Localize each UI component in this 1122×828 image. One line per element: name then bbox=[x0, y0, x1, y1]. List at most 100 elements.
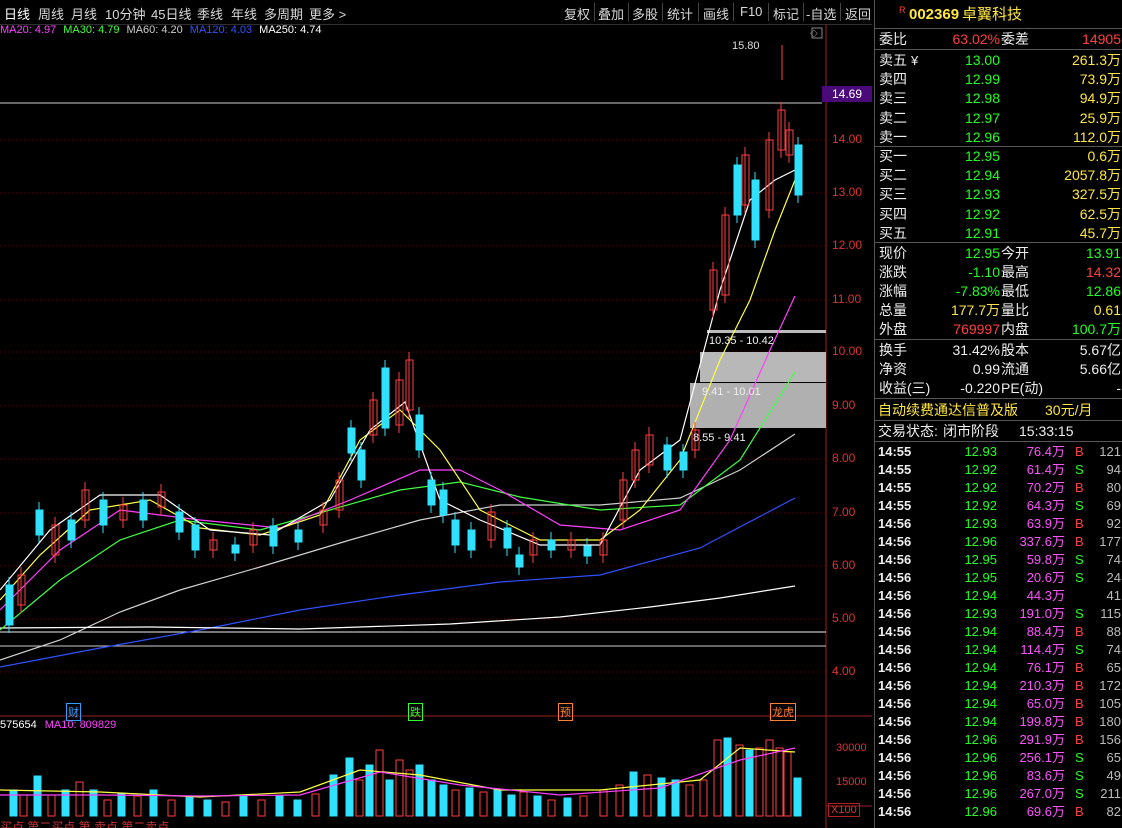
tick-row[interactable]: 14:55 12.92 61.4万 S 94 bbox=[875, 461, 1122, 479]
quote-panel: R 002369 卓翼科技 委比 63.02% 委差 14905 卖五 ¥13.0… bbox=[874, 0, 1122, 828]
tick-row[interactable]: 14:55 12.92 70.2万 B 80 bbox=[875, 479, 1122, 497]
event-marker[interactable]: 跌 bbox=[408, 703, 423, 721]
buy-level-label: 买二 bbox=[879, 167, 907, 184]
tick-direction: B bbox=[1075, 732, 1084, 747]
quote-label: 最高 bbox=[1001, 264, 1029, 280]
volume-bar bbox=[203, 799, 212, 817]
tick-row[interactable]: 14:56 12.94 199.8万 B 180 bbox=[875, 713, 1122, 731]
price-tick-label: 8.00 bbox=[832, 451, 856, 465]
buy-level-row[interactable]: 买四 12.92 62.5万 bbox=[875, 205, 1122, 224]
tick-direction: S bbox=[1075, 642, 1084, 657]
tick-volume: 76.4万 bbox=[1026, 444, 1065, 459]
divider bbox=[875, 49, 1122, 50]
tick-price: 12.93 bbox=[964, 606, 997, 621]
tick-row[interactable]: 14:56 12.96 256.1万 S 65 bbox=[875, 749, 1122, 767]
tick-row[interactable]: 14:56 12.94 88.4万 B 88 bbox=[875, 623, 1122, 641]
tick-row[interactable]: 14:56 12.95 59.8万 S 74 bbox=[875, 551, 1122, 569]
sell-level-row[interactable]: 卖三 12.98 94.9万 bbox=[875, 89, 1122, 108]
tick-row[interactable]: 14:55 12.93 76.4万 B 121 bbox=[875, 443, 1122, 461]
quote-value: 100.7万 bbox=[1071, 321, 1121, 337]
tick-row[interactable]: 14:56 12.94 76.1万 B 65 bbox=[875, 659, 1122, 677]
volume-bar bbox=[133, 795, 142, 817]
tick-time: 14:56 bbox=[878, 678, 912, 693]
divider bbox=[875, 28, 1122, 29]
volume-bar bbox=[149, 789, 158, 817]
sell-level-volume: 94.9万 bbox=[1079, 90, 1121, 107]
price-tick-label: 11.00 bbox=[832, 292, 862, 306]
promo-text[interactable]: 自动续费通达信普及版 bbox=[878, 401, 1018, 420]
buy-level-label: 买一 bbox=[879, 148, 907, 164]
volume-bar bbox=[365, 764, 374, 817]
sell-level-row[interactable]: 卖四 12.99 73.9万 bbox=[875, 70, 1122, 89]
sell-level-price: 12.99 bbox=[964, 71, 1000, 88]
tick-volume: 83.6万 bbox=[1026, 768, 1065, 783]
volume-bar bbox=[547, 799, 556, 817]
volume-bar bbox=[395, 759, 404, 817]
candle-body bbox=[515, 554, 524, 568]
tick-row[interactable]: 14:56 12.93 191.0万 S 115 bbox=[875, 605, 1122, 623]
sell-level-price: 13.00 bbox=[964, 52, 1000, 68]
tick-direction: B bbox=[1075, 660, 1084, 675]
volume-bar bbox=[755, 747, 764, 817]
tick-price: 12.96 bbox=[964, 768, 997, 783]
promo-row[interactable]: 自动续费通达信普及版 30元/月 bbox=[875, 401, 1122, 420]
event-marker[interactable]: 龙虎 bbox=[770, 703, 796, 721]
tick-row[interactable]: 14:56 12.94 44.3万 41 bbox=[875, 587, 1122, 605]
tick-price: 12.92 bbox=[964, 462, 997, 477]
tick-time: 14:56 bbox=[878, 516, 912, 531]
tick-time: 14:56 bbox=[878, 588, 912, 603]
tick-row[interactable]: 14:56 12.96 291.9万 B 156 bbox=[875, 731, 1122, 749]
quote-value: -7.83% bbox=[955, 283, 1000, 299]
volume-bar bbox=[629, 771, 638, 817]
buy-level-row[interactable]: 买五 12.91 45.7万 bbox=[875, 224, 1122, 243]
tick-row[interactable]: 14:56 12.94 65.0万 B 105 bbox=[875, 695, 1122, 713]
tick-count: 49 bbox=[1106, 768, 1121, 783]
buy-level-price: 12.94 bbox=[964, 167, 1000, 184]
tick-row[interactable]: 14:56 12.94 210.3万 B 172 bbox=[875, 677, 1122, 695]
tick-row[interactable]: 14:56 12.93 63.9万 B 92 bbox=[875, 515, 1122, 533]
candle-body bbox=[231, 544, 240, 554]
tick-row[interactable]: 14:56 12.96 337.6万 B 177 bbox=[875, 533, 1122, 551]
quote-row: 总量 177.7万 量比 0.61 bbox=[875, 301, 1122, 320]
volume-bar bbox=[415, 764, 424, 817]
price-tick-label: 14.00 bbox=[832, 132, 863, 146]
sell-level-row[interactable]: 卖五 ¥13.00 261.3万 bbox=[875, 51, 1122, 70]
tick-row[interactable]: 14:55 12.92 64.3万 S 69 bbox=[875, 497, 1122, 515]
quote-label: 量比 bbox=[1001, 302, 1029, 318]
tick-row[interactable]: 14:56 12.96 267.0万 S 211 bbox=[875, 785, 1122, 803]
quote-label: 今开 bbox=[1001, 245, 1029, 261]
buy-level-row[interactable]: 买二 12.94 2057.8万 bbox=[875, 166, 1122, 185]
quote-value: 0.61 bbox=[1093, 302, 1121, 318]
weicha-label: 委差 bbox=[1001, 31, 1029, 47]
buy-level-label: 买五 bbox=[879, 224, 907, 241]
volume-bar bbox=[479, 791, 488, 817]
tick-volume: 210.3万 bbox=[1019, 678, 1065, 693]
sell-level-label: 卖二 bbox=[879, 109, 907, 126]
tick-row[interactable]: 14:56 12.96 69.6万 B 82 bbox=[875, 803, 1122, 821]
volume-bar bbox=[713, 739, 722, 817]
volume-bar bbox=[685, 784, 694, 817]
sell-level-row[interactable]: 卖二 12.97 25.9万 bbox=[875, 109, 1122, 128]
event-marker[interactable]: 预 bbox=[558, 703, 573, 721]
candle-body bbox=[357, 449, 366, 481]
tick-count: 115 bbox=[1100, 606, 1121, 621]
tick-price: 12.94 bbox=[964, 624, 997, 639]
candle-body bbox=[175, 511, 184, 533]
tick-row[interactable]: 14:56 12.96 83.6万 S 49 bbox=[875, 767, 1122, 785]
tick-direction: S bbox=[1075, 786, 1084, 801]
volume-bar bbox=[311, 793, 320, 817]
sell-level-row[interactable]: 卖一 12.96 112.0万 bbox=[875, 128, 1122, 147]
volume-bar bbox=[465, 787, 474, 817]
fundamental-label: 换手 bbox=[879, 342, 907, 358]
kline-chart-area[interactable]: 日线 周线 月线 10分钟 45日线 季线 年线 多周期 更多 > 复权 叠加 … bbox=[0, 0, 872, 828]
volume-bar bbox=[167, 799, 176, 817]
volume-bar bbox=[75, 781, 84, 817]
stock-badge: R bbox=[899, 5, 906, 15]
buy-level-row[interactable]: 买三 12.93 327.5万 bbox=[875, 185, 1122, 204]
promo-price[interactable]: 30元/月 bbox=[1045, 401, 1092, 420]
volume-bar bbox=[745, 749, 754, 817]
tick-row[interactable]: 14:56 12.95 20.6万 S 24 bbox=[875, 569, 1122, 587]
tick-row[interactable]: 14:56 12.94 114.4万 S 74 bbox=[875, 641, 1122, 659]
buy-level-row[interactable]: 买一 12.95 0.6万 bbox=[875, 147, 1122, 166]
volume-bar bbox=[89, 789, 98, 817]
